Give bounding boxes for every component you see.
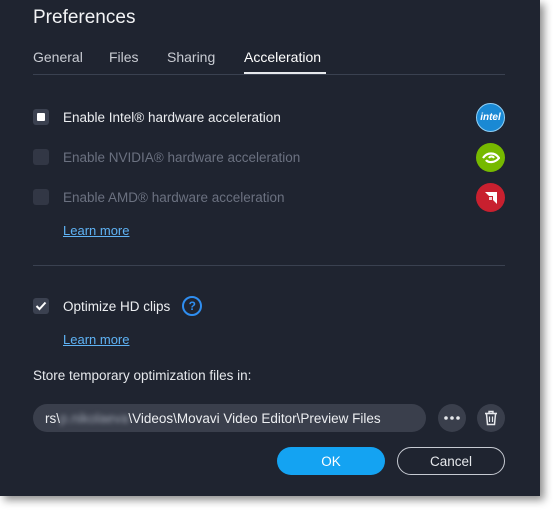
ok-button[interactable]: OK — [277, 447, 385, 475]
more-icon — [444, 416, 460, 420]
amd-acceleration-row: Enable AMD® hardware acceleration — [33, 187, 285, 207]
delete-files-button[interactable] — [477, 404, 505, 432]
intel-logo-text: intel — [480, 112, 501, 123]
amd-acceleration-label: Enable AMD® hardware acceleration — [63, 189, 285, 205]
nvidia-acceleration-row: Enable NVIDIA® hardware acceleration — [33, 147, 300, 167]
learn-more-optimize-link[interactable]: Learn more — [63, 332, 129, 347]
active-tab-indicator — [244, 72, 326, 74]
cancel-button[interactable]: Cancel — [397, 447, 505, 475]
path-prefix: rs\ — [45, 410, 60, 426]
help-icon[interactable]: ? — [182, 296, 203, 316]
tab-acceleration[interactable]: Acceleration — [244, 49, 321, 65]
nvidia-acceleration-checkbox — [33, 149, 49, 165]
amd-acceleration-checkbox — [33, 189, 49, 205]
checkbox-checked-mark — [37, 113, 45, 121]
intel-acceleration-row[interactable]: Enable Intel® hardware acceleration — [33, 107, 281, 127]
amd-logo-icon — [476, 183, 505, 212]
storage-path-field[interactable]: rs\ p.nikolaeva \Videos\Movavi Video Edito… — [33, 404, 426, 432]
browse-folder-button[interactable] — [438, 404, 466, 432]
intel-acceleration-label: Enable Intel® hardware acceleration — [63, 109, 281, 125]
intel-logo-icon: intel — [476, 103, 505, 132]
nvidia-eye-icon — [481, 151, 500, 163]
preferences-dialog: Preferences General Files Sharing Accele… — [0, 0, 540, 496]
learn-more-acceleration-link[interactable]: Learn more — [63, 223, 129, 238]
optimize-hd-checkbox[interactable] — [33, 298, 49, 314]
dialog-title: Preferences — [33, 7, 136, 28]
optimize-hd-label: Optimize HD clips — [63, 298, 171, 314]
tab-general[interactable]: General — [33, 49, 83, 65]
amd-arrow-icon — [484, 191, 497, 204]
path-user-blurred: p.nikolaeva — [60, 410, 129, 426]
tab-bar: General Files Sharing Acceleration — [33, 49, 505, 75]
nvidia-logo-icon — [476, 143, 505, 172]
tab-files[interactable]: Files — [109, 49, 139, 65]
intel-acceleration-checkbox[interactable] — [33, 109, 49, 125]
tab-sharing[interactable]: Sharing — [167, 49, 215, 65]
checkmark-icon — [35, 301, 47, 311]
section-divider — [33, 265, 505, 266]
path-rest: \Videos\Movavi Video Editor\Preview File… — [128, 410, 381, 426]
nvidia-acceleration-label: Enable NVIDIA® hardware acceleration — [63, 149, 301, 165]
trash-icon — [485, 410, 497, 426]
help-icon-glyph: ? — [188, 299, 196, 313]
storage-label: Store temporary optimization files in: — [33, 368, 252, 383]
optimize-hd-row[interactable]: Optimize HD clips ? — [33, 296, 203, 316]
